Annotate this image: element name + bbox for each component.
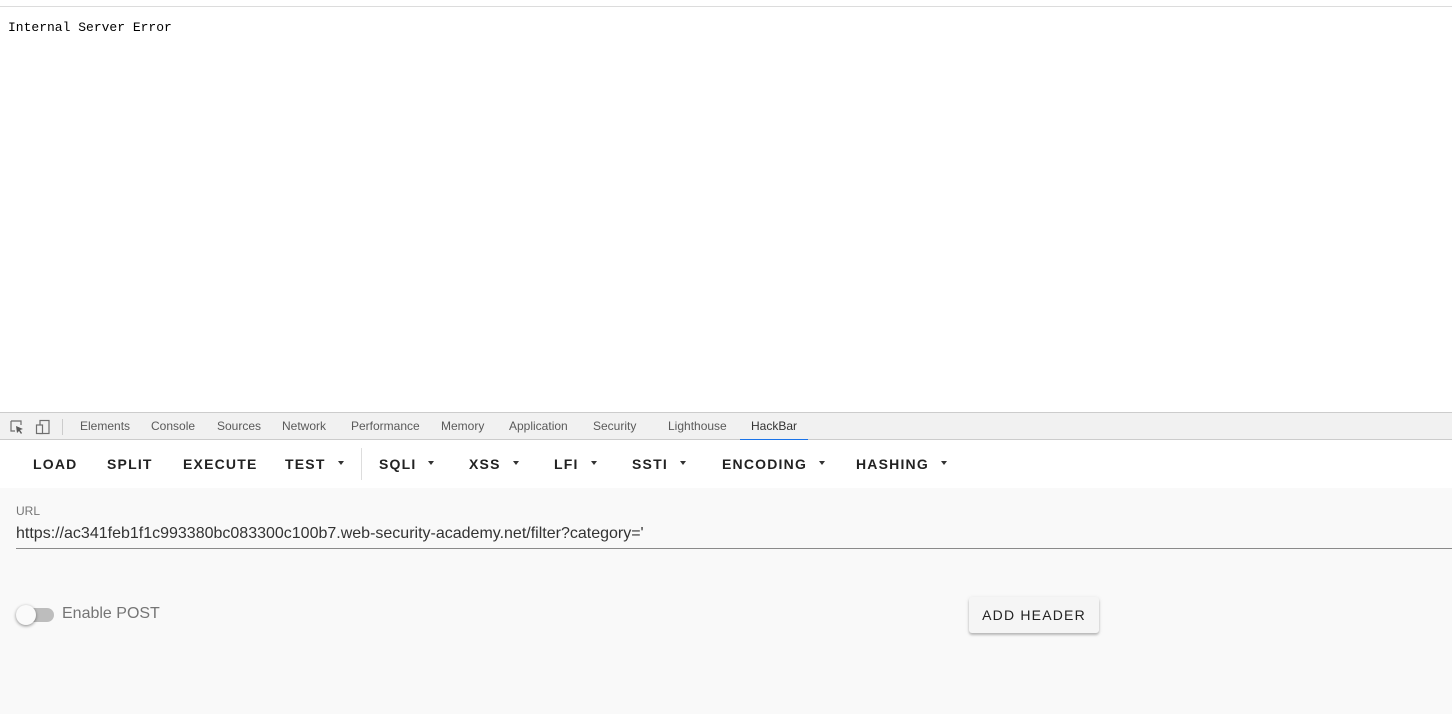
hackbar-toolbar: LOAD SPLIT EXECUTE TEST SQLI XSS LFI SST… [0,440,1452,488]
inspect-element-icon[interactable] [9,419,25,435]
execute-button[interactable]: EXECUTE [183,440,258,488]
tab-lighthouse[interactable]: Lighthouse [668,413,727,440]
hashing-menu-button[interactable]: HASHING [856,440,947,488]
toggle-thumb [16,605,36,625]
page-body-text: Internal Server Error [8,20,172,35]
enable-post-toggle[interactable] [16,605,54,625]
tab-application[interactable]: Application [509,413,568,440]
ssti-label: SSTI [632,456,668,472]
add-header-button[interactable]: ADD HEADER [969,597,1099,633]
devtools-panel: Elements Console Sources Network Perform… [0,412,1452,714]
tabbar-separator [62,419,63,435]
caret-down-icon [679,461,686,466]
page-top-border [0,6,1452,7]
url-label: URL [16,504,41,518]
tab-elements[interactable]: Elements [80,413,130,440]
lfi-label: LFI [554,456,579,472]
split-button[interactable]: SPLIT [107,440,153,488]
enable-post-label: Enable POST [62,605,160,622]
tab-sources[interactable]: Sources [217,413,261,440]
tab-console[interactable]: Console [151,413,195,440]
sqli-label: SQLI [379,456,417,472]
xss-menu-button[interactable]: XSS [469,440,519,488]
execute-label: EXECUTE [183,456,258,472]
tab-performance[interactable]: Performance [351,413,420,440]
caret-down-icon [337,461,344,466]
xss-label: XSS [469,456,501,472]
hackbar-form: URL Enable POST ADD HEADER [0,488,1452,714]
devtools-tabbar: Elements Console Sources Network Perform… [0,412,1452,441]
caret-down-icon [819,461,826,466]
load-label: LOAD [33,456,78,472]
test-label: TEST [285,456,326,472]
split-label: SPLIT [107,456,153,472]
tab-hackbar[interactable]: HackBar [739,413,809,441]
encoding-label: ENCODING [722,456,808,472]
tab-security[interactable]: Security [593,413,636,440]
tab-memory[interactable]: Memory [441,413,484,440]
test-menu-button[interactable]: TEST [285,440,344,488]
toolbar-divider [361,448,362,480]
sqli-menu-button[interactable]: SQLI [379,440,435,488]
encoding-menu-button[interactable]: ENCODING [722,440,826,488]
caret-down-icon [512,461,519,466]
tab-network[interactable]: Network [282,413,326,440]
url-input[interactable] [16,519,1452,549]
hashing-label: HASHING [856,456,929,472]
load-button[interactable]: LOAD [33,440,77,488]
caret-down-icon [940,461,947,466]
ssti-menu-button[interactable]: SSTI [632,440,686,488]
caret-down-icon [428,461,435,466]
caret-down-icon [590,461,597,466]
lfi-menu-button[interactable]: LFI [554,440,597,488]
device-toolbar-icon[interactable] [35,419,51,435]
